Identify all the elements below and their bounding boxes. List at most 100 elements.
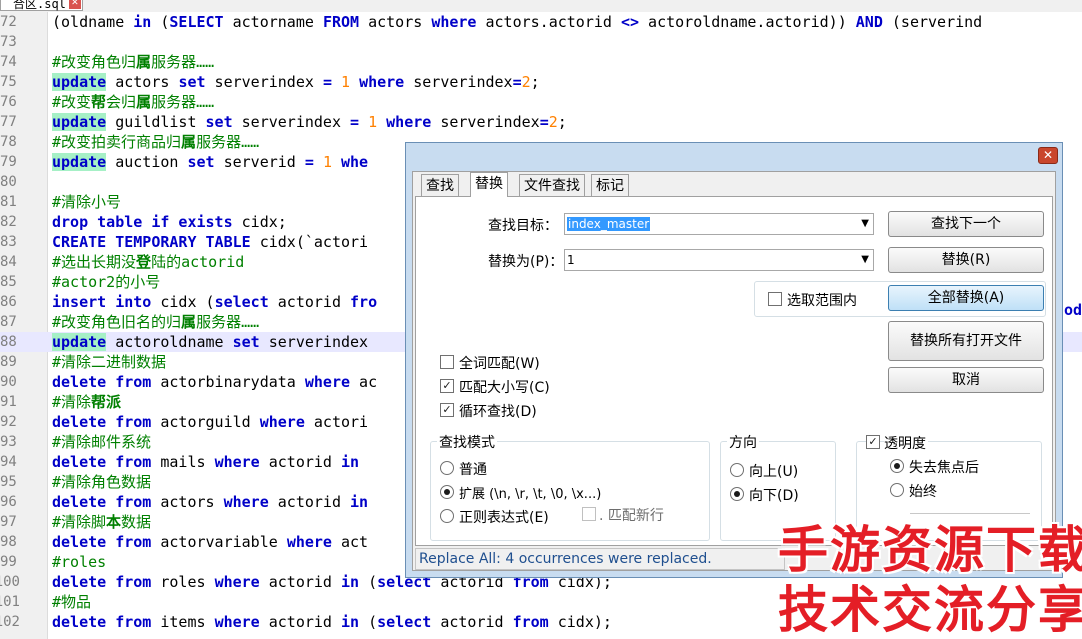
line-number: 72	[0, 14, 17, 30]
line-number: 84	[0, 254, 17, 270]
chevron-down-icon[interactable]: ▼	[861, 214, 869, 234]
code-line[interactable]: 72 (oldname in (SELECT actorname FROM act…	[0, 12, 1082, 32]
watermark-line-2: 技术交流分享	[778, 581, 1082, 639]
transparency-title: 透明度	[884, 433, 928, 453]
code-text: update actors set serverindex = 1 where …	[52, 73, 540, 91]
code-text: update guildlist set serverindex = 1 whe…	[52, 113, 567, 131]
code-line[interactable]: 73	[0, 32, 1082, 52]
match-case-checkbox[interactable]: ✓	[440, 379, 454, 393]
mode-regex-radio[interactable]	[440, 509, 454, 523]
find-input[interactable]: index_master ▼	[564, 213, 874, 235]
line-number: 76	[0, 94, 17, 110]
code-text: (oldname in (SELECT actorname FROM actor…	[52, 13, 983, 31]
line-number: 97	[0, 514, 17, 530]
line-number: 89	[0, 354, 17, 370]
chevron-down-icon[interactable]: ▼	[861, 250, 869, 270]
transparency-always-label: 始终	[909, 484, 937, 500]
mode-extended-radio[interactable]	[440, 485, 454, 499]
code-text: drop table if exists cidx;	[52, 213, 287, 231]
code-text: #roles	[52, 553, 107, 571]
line-number: 86	[0, 294, 17, 310]
line-number: 81	[0, 194, 17, 210]
replace-panel: 查找目标： index_master ▼ 替换为(P)： 1 ▼ 查找下一个 替…	[415, 196, 1053, 546]
code-text: delete from items where actorid in (sele…	[52, 613, 612, 631]
code-text: #清除角色数据	[52, 473, 152, 491]
direction-title: 方向	[727, 432, 759, 452]
code-text: delete from actorbinarydata where ac	[52, 373, 378, 391]
tab-find[interactable]: 查找	[421, 174, 459, 196]
editor-tabbar: 合区.sql ✕	[0, 0, 1082, 12]
code-text: #改变角色归属服务器……	[52, 53, 215, 71]
direction-down-radio[interactable]	[730, 487, 744, 501]
direction-down-label: 向下(D)	[749, 488, 799, 504]
code-line[interactable]: 75 update actors set serverindex = 1 wher…	[0, 72, 1082, 92]
match-newline-label: . 匹配新行	[599, 508, 664, 524]
code-line[interactable]: 77 update guildlist set serverindex = 1 w…	[0, 112, 1082, 132]
code-text: update actoroldname set serverindex	[52, 333, 378, 351]
replace-all-open-files-button[interactable]: 替换所有打开文件	[888, 321, 1044, 361]
code-line[interactable]: 76 #改变帮会归属服务器……	[0, 92, 1082, 112]
wrap-around-checkbox[interactable]: ✓	[440, 403, 454, 417]
line-number: 101	[0, 594, 20, 610]
line-number: 94	[0, 454, 17, 470]
code-line[interactable]: 74 #改变角色归属服务器……	[0, 52, 1082, 72]
line-number: 73	[0, 34, 17, 50]
mode-normal-radio[interactable]	[440, 461, 454, 475]
match-newline-checkbox[interactable]	[582, 507, 596, 521]
status-bar: Replace All: 4 occurrences were replaced…	[415, 548, 785, 570]
line-number: 100	[0, 574, 20, 590]
code-text: #物品	[52, 593, 92, 611]
cancel-button[interactable]: 取消	[888, 367, 1044, 393]
mode-normal-label: 普通	[459, 462, 487, 478]
code-text: #actor2的小号	[52, 273, 161, 291]
tab-mark[interactable]: 标记	[591, 174, 629, 196]
line-number: 98	[0, 534, 17, 550]
code-text: #清除脚本数据	[52, 513, 152, 531]
whole-word-checkbox[interactable]	[440, 355, 454, 369]
watermark: 手游资源下载 技术交流分享	[778, 510, 1082, 639]
transparency-on-lose-focus-radio[interactable]	[890, 459, 904, 473]
direction-up-label: 向上(U)	[749, 464, 799, 480]
replace-button[interactable]: 替换(R)	[888, 247, 1044, 273]
replace-label: 替换为(P)：	[488, 254, 564, 270]
code-text: #选出长期没登陆的actorid	[52, 253, 245, 271]
tab-replace[interactable]: 替换	[470, 172, 508, 197]
code-text: delete from actorvariable where act	[52, 533, 369, 551]
code-text: #清除小号	[52, 193, 122, 211]
code-text: delete from mails where actorid in	[52, 453, 360, 471]
line-number: 82	[0, 214, 17, 230]
wrap-around-label: 循环查找(D)	[459, 404, 537, 420]
code-overflow-text: od	[1064, 301, 1082, 319]
line-number: 85	[0, 274, 17, 290]
line-number: 90	[0, 374, 17, 390]
file-tab[interactable]: 合区.sql ✕	[0, 0, 83, 11]
code-text: #清除二进制数据	[52, 353, 167, 371]
code-text: #改变角色旧名的归属服务器……	[52, 313, 260, 331]
code-text: insert into cidx (select actorid fro	[52, 293, 378, 311]
line-number: 75	[0, 74, 17, 90]
line-number: 93	[0, 434, 17, 450]
tab-find-in-files[interactable]: 文件查找	[519, 174, 585, 196]
transparency-on-lose-focus-label: 失去焦点后	[909, 460, 979, 476]
line-number: 96	[0, 494, 17, 510]
code-text: #清除邮件系统	[52, 433, 152, 451]
mode-extended-label: 扩展 (\n, \r, \t, \0, \x...)	[459, 487, 602, 502]
find-label: 查找目标：	[488, 218, 558, 234]
code-text: #改变帮会归属服务器……	[52, 93, 215, 111]
code-text: update auction set serverid = 1 whe	[52, 153, 369, 171]
close-icon[interactable]: ✕	[1038, 147, 1058, 164]
transparency-checkbox[interactable]: ✓	[866, 435, 880, 449]
line-number: 95	[0, 474, 17, 490]
close-icon[interactable]: ✕	[68, 0, 81, 9]
in-selection-checkbox[interactable]	[768, 292, 782, 306]
transparency-always-radio[interactable]	[890, 483, 904, 497]
replace-all-button[interactable]: 全部替换(A)	[888, 285, 1044, 311]
replace-input[interactable]: 1 ▼	[564, 249, 874, 271]
line-number: 83	[0, 234, 17, 250]
line-number: 88	[0, 334, 17, 350]
line-number: 77	[0, 114, 17, 130]
direction-up-radio[interactable]	[730, 463, 744, 477]
code-text: #清除帮派	[52, 393, 122, 411]
find-next-button[interactable]: 查找下一个	[888, 211, 1044, 237]
code-text: #改变拍卖行商品归属服务器……	[52, 133, 260, 151]
